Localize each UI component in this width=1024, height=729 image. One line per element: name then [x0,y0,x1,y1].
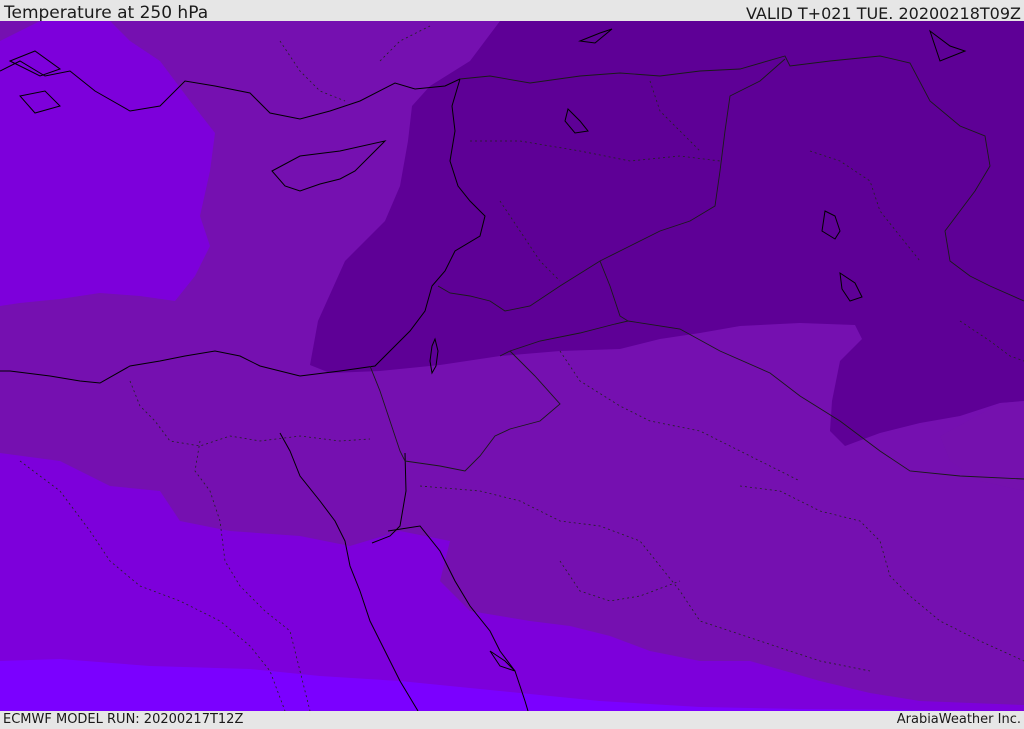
footer-bar: ECMWF MODEL RUN: 20200217T12Z ArabiaWeat… [0,711,1024,729]
map-canvas [0,21,1024,711]
temperature-map [0,21,1024,711]
model-run-label: ECMWF MODEL RUN: 20200217T12Z [3,712,244,727]
header-bar: Temperature at 250 hPa VALID T+021 TUE. … [0,0,1024,23]
credit-label: ArabiaWeather Inc. [896,712,1021,727]
